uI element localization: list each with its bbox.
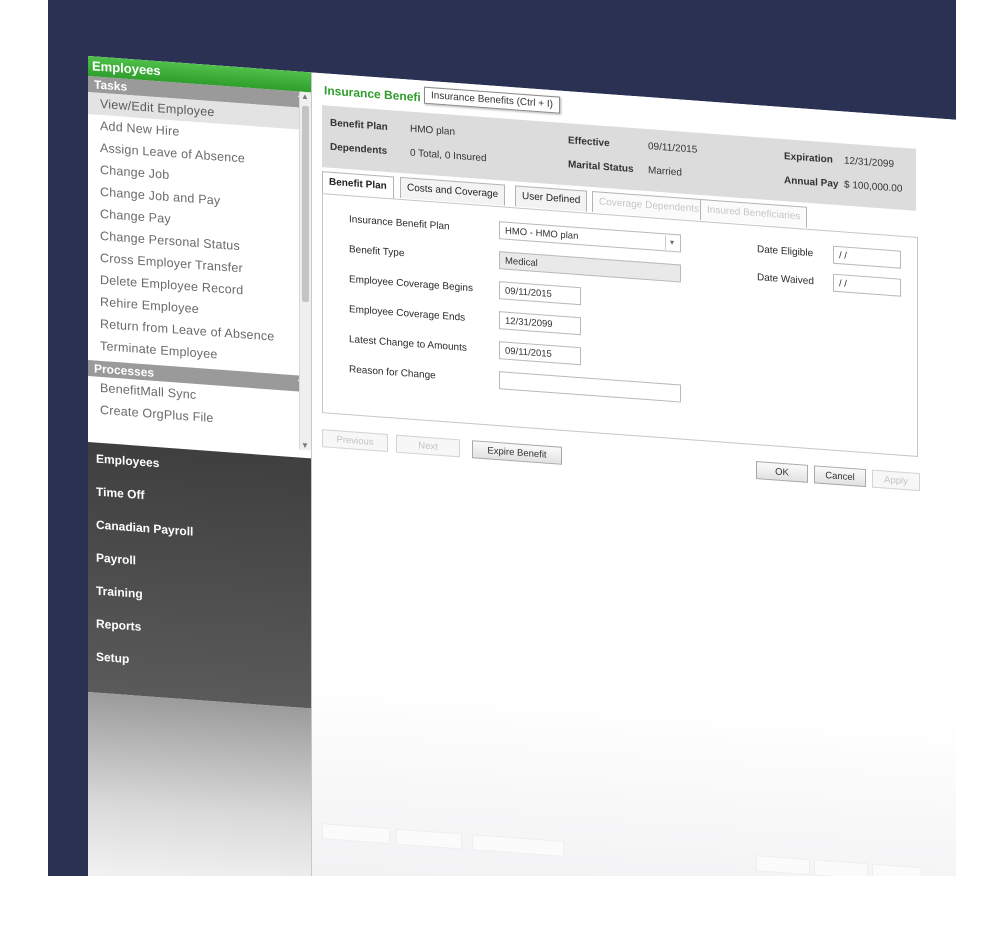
presentation-background: Employees Tasks ⌃ View/Edit Employee Add… [48,0,956,876]
module-navigation: Employees Time Off Canadian Payroll Payr… [88,442,311,709]
annual-pay-value: $ 100,000.00 [844,179,903,195]
coverage-ends-field[interactable]: 12/31/2099 [499,311,581,336]
reflection-shape [872,863,922,876]
main-reflection [312,672,956,876]
benefit-type-field: Medical [499,251,681,283]
chevron-down-icon[interactable]: ▾ [665,235,678,251]
benefit-type-label: Benefit Type [349,244,405,260]
benefit-plan-panel: Insurance Benefit Plan HMO - HMO plan ▾ … [322,193,918,457]
reflection-shape [814,859,868,876]
date-eligible-label: Date Eligible [757,244,814,260]
effective-value: 09/11/2015 [648,141,698,156]
main-content: Insurance Benefi Insurance Benefits (Ctr… [312,72,956,876]
annual-pay-label: Annual Pay [784,175,839,191]
benefit-plan-value: HMO plan [410,123,456,138]
sidebar: Employees Tasks ⌃ View/Edit Employee Add… [88,56,312,876]
scroll-up-icon[interactable]: ▲ [301,92,309,102]
coverage-begins-field[interactable]: 09/11/2015 [499,281,581,306]
scroll-down-icon[interactable]: ▼ [301,441,309,451]
latest-change-field[interactable]: 09/11/2015 [499,341,581,366]
date-waived-field[interactable]: / / [833,273,901,297]
insurance-benefit-plan-label: Insurance Benefit Plan [349,214,450,233]
dependents-value: 0 Total, 0 Insured [410,147,487,165]
expire-benefit-button[interactable]: Expire Benefit [472,440,562,465]
tasks-header-label: Tasks [94,77,128,94]
cancel-button[interactable]: Cancel [814,465,866,488]
latest-change-label: Latest Change to Amounts [349,334,467,354]
dependents-label: Dependents [330,141,388,157]
expiration-label: Expiration [784,151,833,166]
scrollbar-thumb[interactable] [302,105,309,303]
marital-status-label: Marital Status [568,159,634,176]
date-eligible-field[interactable]: / / [833,245,901,269]
effective-label: Effective [568,135,610,150]
reflection-shape [756,855,810,876]
insurance-benefit-plan-value: HMO - HMO plan [505,225,579,243]
marital-status-value: Married [648,165,682,179]
reflection-shape [396,828,462,850]
application-window: Employees Tasks ⌃ View/Edit Employee Add… [88,56,956,876]
next-button[interactable]: Next [396,434,460,458]
expiration-value: 12/31/2099 [844,155,895,171]
previous-button[interactable]: Previous [322,429,388,453]
apply-button[interactable]: Apply [872,469,920,492]
coverage-ends-label: Employee Coverage Ends [349,304,466,324]
date-waived-label: Date Waived [757,272,814,288]
reflection-shape [322,823,390,845]
coverage-begins-label: Employee Coverage Begins [349,274,473,295]
insurance-benefit-plan-select[interactable]: HMO - HMO plan ▾ [499,221,681,253]
sidebar-reflection [88,692,311,876]
sidebar-scrollbar[interactable]: ▲ ▼ [299,91,311,451]
reason-for-change-field[interactable] [499,371,681,403]
ok-button[interactable]: OK [756,461,808,483]
reason-for-change-label: Reason for Change [349,364,436,382]
screen-title: Insurance Benefi [324,83,421,105]
tooltip: Insurance Benefits (Ctrl + I) [424,86,560,114]
benefit-plan-label: Benefit Plan [330,117,388,134]
reflection-shape [472,834,564,857]
task-list: View/Edit Employee Add New Hire Assign L… [88,92,311,376]
